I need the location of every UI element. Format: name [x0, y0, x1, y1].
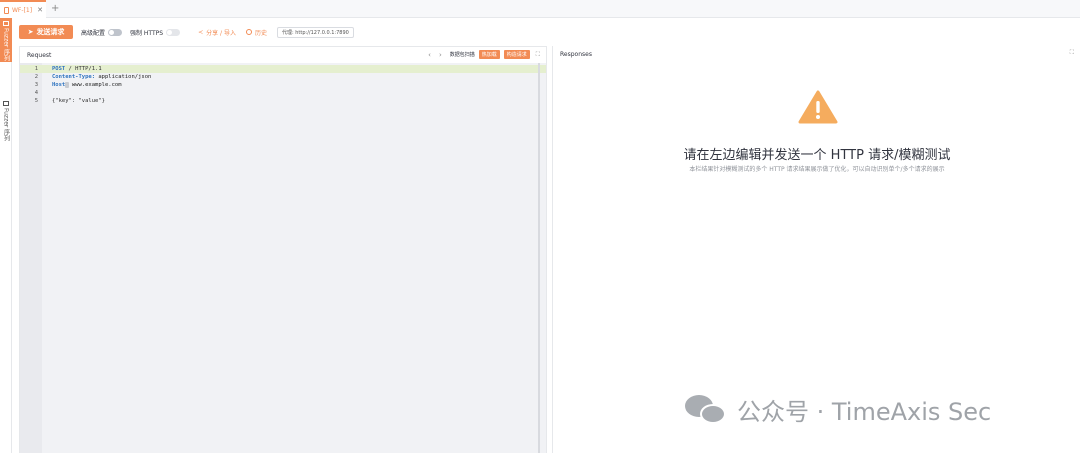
- expand-icon[interactable]: ⛶: [536, 51, 540, 59]
- clock-icon: [245, 29, 252, 35]
- request-editor[interactable]: 1 POST / HTTP/1.1 2 Content-Type: applic…: [20, 63, 546, 453]
- force-https-label: 强制 HTTPS: [130, 29, 164, 37]
- responses-title: Responses: [560, 50, 592, 58]
- history-label: 历史: [254, 29, 267, 37]
- request-line-rest: / HTTP/1.1: [65, 66, 102, 72]
- box-icon: [3, 101, 9, 106]
- side-tab-label: Fuzzer 序列: [2, 108, 10, 142]
- line-number: 2: [34, 74, 38, 80]
- add-tab-button[interactable]: +: [51, 3, 59, 15]
- tab-title: WF-[1]: [12, 6, 33, 14]
- chevron-right-icon[interactable]: ›: [439, 51, 442, 59]
- http-method: POST: [52, 66, 66, 72]
- watermark: 公众号 · TimeAxis Sec: [685, 392, 991, 427]
- share-icon: ≺: [198, 28, 204, 36]
- advanced-config-label: 高级配置: [81, 29, 106, 37]
- watermark-text: 公众号 · TimeAxis Sec: [737, 398, 992, 426]
- responses-header: Responses: [553, 46, 1080, 62]
- wechat-icon: [685, 394, 727, 425]
- warning-icon: [798, 90, 838, 124]
- header-key: Content-Type:: [52, 74, 96, 80]
- send-icon: ➤: [27, 28, 34, 36]
- tab-wf-1[interactable]: WF-[1] ✕: [0, 0, 46, 18]
- document-icon: [4, 6, 9, 14]
- line-number: 1: [34, 66, 38, 72]
- empty-state-title: 请在左边编辑并发送一个 HTTP 请求/模糊测试: [683, 148, 951, 163]
- code-line: 2 Content-Type: application/json: [20, 73, 546, 81]
- empty-state-subtitle: 本栏结果针对模糊测试的多个 HTTP 请求结果展示做了优化，可以自动识别单个/多…: [689, 166, 945, 173]
- expand-icon[interactable]: ⛶: [1070, 49, 1074, 57]
- force-https-toggle[interactable]: [166, 28, 181, 36]
- code-line: 1 POST / HTTP/1.1: [20, 65, 546, 73]
- proxy-field[interactable]: 代理: http://127.0.0.1:7890: [276, 26, 354, 38]
- code-line: 5 {"key": "value"}: [20, 97, 546, 105]
- code-line: 3 Host: www.example.com: [20, 81, 546, 89]
- request-panel: Request ‹ › 数据包扫描 热加载 构造请求 ⛶ 1 POST / HT…: [19, 46, 547, 453]
- request-actions: ‹ › 数据包扫描 热加载 构造请求 ⛶: [428, 50, 540, 59]
- code-line: 4: [20, 89, 546, 97]
- advanced-config-toggle[interactable]: [108, 28, 123, 36]
- header-value: application/json: [95, 74, 152, 80]
- side-tabs: Fuzzer 序列 Fuzzer 序列: [0, 18, 12, 453]
- hot-patch-button[interactable]: 热加载: [478, 50, 500, 59]
- build-request-button[interactable]: 构造请求: [503, 50, 530, 59]
- data-extractor-button[interactable]: 数据包扫描: [450, 51, 475, 58]
- list-icon: [3, 21, 9, 26]
- code-text: {"key": "value"}: [52, 98, 105, 104]
- line-number: 3: [34, 82, 38, 88]
- request-title: Request: [27, 51, 52, 59]
- chevron-left-icon[interactable]: ‹: [428, 51, 431, 59]
- header-value: www.example.com: [68, 82, 122, 88]
- tab-close-icon[interactable]: ✕: [37, 6, 43, 14]
- history-button[interactable]: 历史: [245, 28, 267, 37]
- line-gutter: [20, 63, 42, 453]
- line-number: 4: [34, 90, 38, 96]
- editor-scrollbar[interactable]: [538, 63, 540, 453]
- side-tab-fuzzer[interactable]: Fuzzer 序列: [0, 18, 12, 62]
- side-tab-label: Fuzzer 序列: [2, 28, 10, 62]
- toolbar: ➤ 发送请求 高级配置 强制 HTTPS ≺ 分享 / 导入 历史 代理: ht…: [12, 18, 1080, 46]
- tab-bar: WF-[1] ✕ +: [0, 0, 1080, 18]
- line-number: 5: [34, 98, 38, 104]
- send-request-button[interactable]: ➤ 发送请求: [19, 25, 73, 39]
- side-tab-fuzzer-sequence[interactable]: Fuzzer 序列: [0, 98, 12, 148]
- share-import-button[interactable]: ≺ 分享 / 导入: [198, 28, 236, 37]
- send-label: 发送请求: [36, 28, 65, 36]
- header-key: Host: [52, 82, 66, 88]
- share-label: 分享 / 导入: [206, 29, 236, 37]
